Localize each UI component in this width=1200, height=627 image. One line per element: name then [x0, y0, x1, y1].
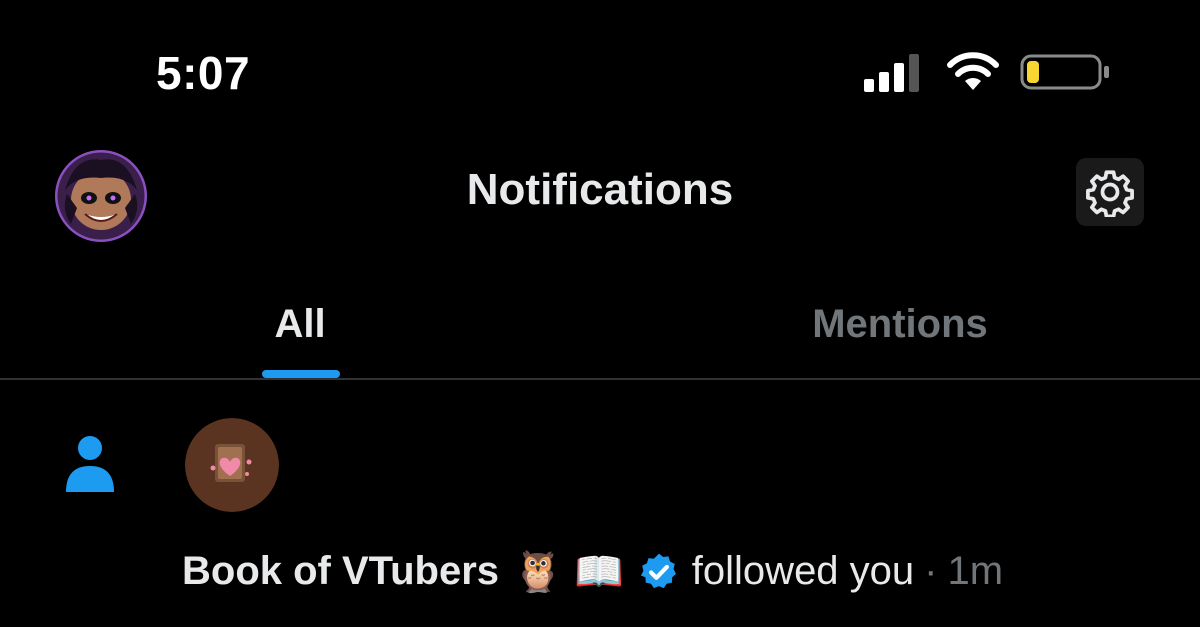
follower-avatar[interactable]: [185, 418, 279, 512]
notification-time: 1m: [947, 549, 1004, 593]
separator-dot: ·: [924, 549, 938, 593]
person-icon: [66, 436, 114, 492]
gear-icon: [1086, 170, 1134, 217]
tab-bar: All Mentions: [0, 270, 1200, 380]
settings-button[interactable]: [1076, 158, 1144, 226]
tab-mentions-label: Mentions: [812, 301, 988, 346]
verified-badge-icon: [640, 553, 676, 588]
book-avatar-icon: [185, 418, 279, 512]
active-tab-indicator: [262, 370, 340, 378]
tab-all-label: All: [274, 301, 326, 346]
status-bar: 5:07: [0, 0, 1200, 140]
battery-icon: [1020, 54, 1109, 90]
follower-name[interactable]: Book of VTubers: [182, 549, 499, 594]
status-time: 5:07: [156, 47, 251, 99]
tab-all[interactable]: All: [0, 270, 600, 378]
notification-text: Book of VTubers 🦉 📖 followed you · 1m: [182, 548, 1003, 595]
page-title: Notifications: [466, 165, 734, 214]
name-emojis: 🦉 📖: [513, 550, 624, 594]
cellular-signal-icon: [864, 54, 919, 92]
wifi-icon: [947, 52, 999, 90]
tab-mentions[interactable]: Mentions: [600, 270, 1200, 378]
notification-action: followed you: [691, 549, 915, 593]
